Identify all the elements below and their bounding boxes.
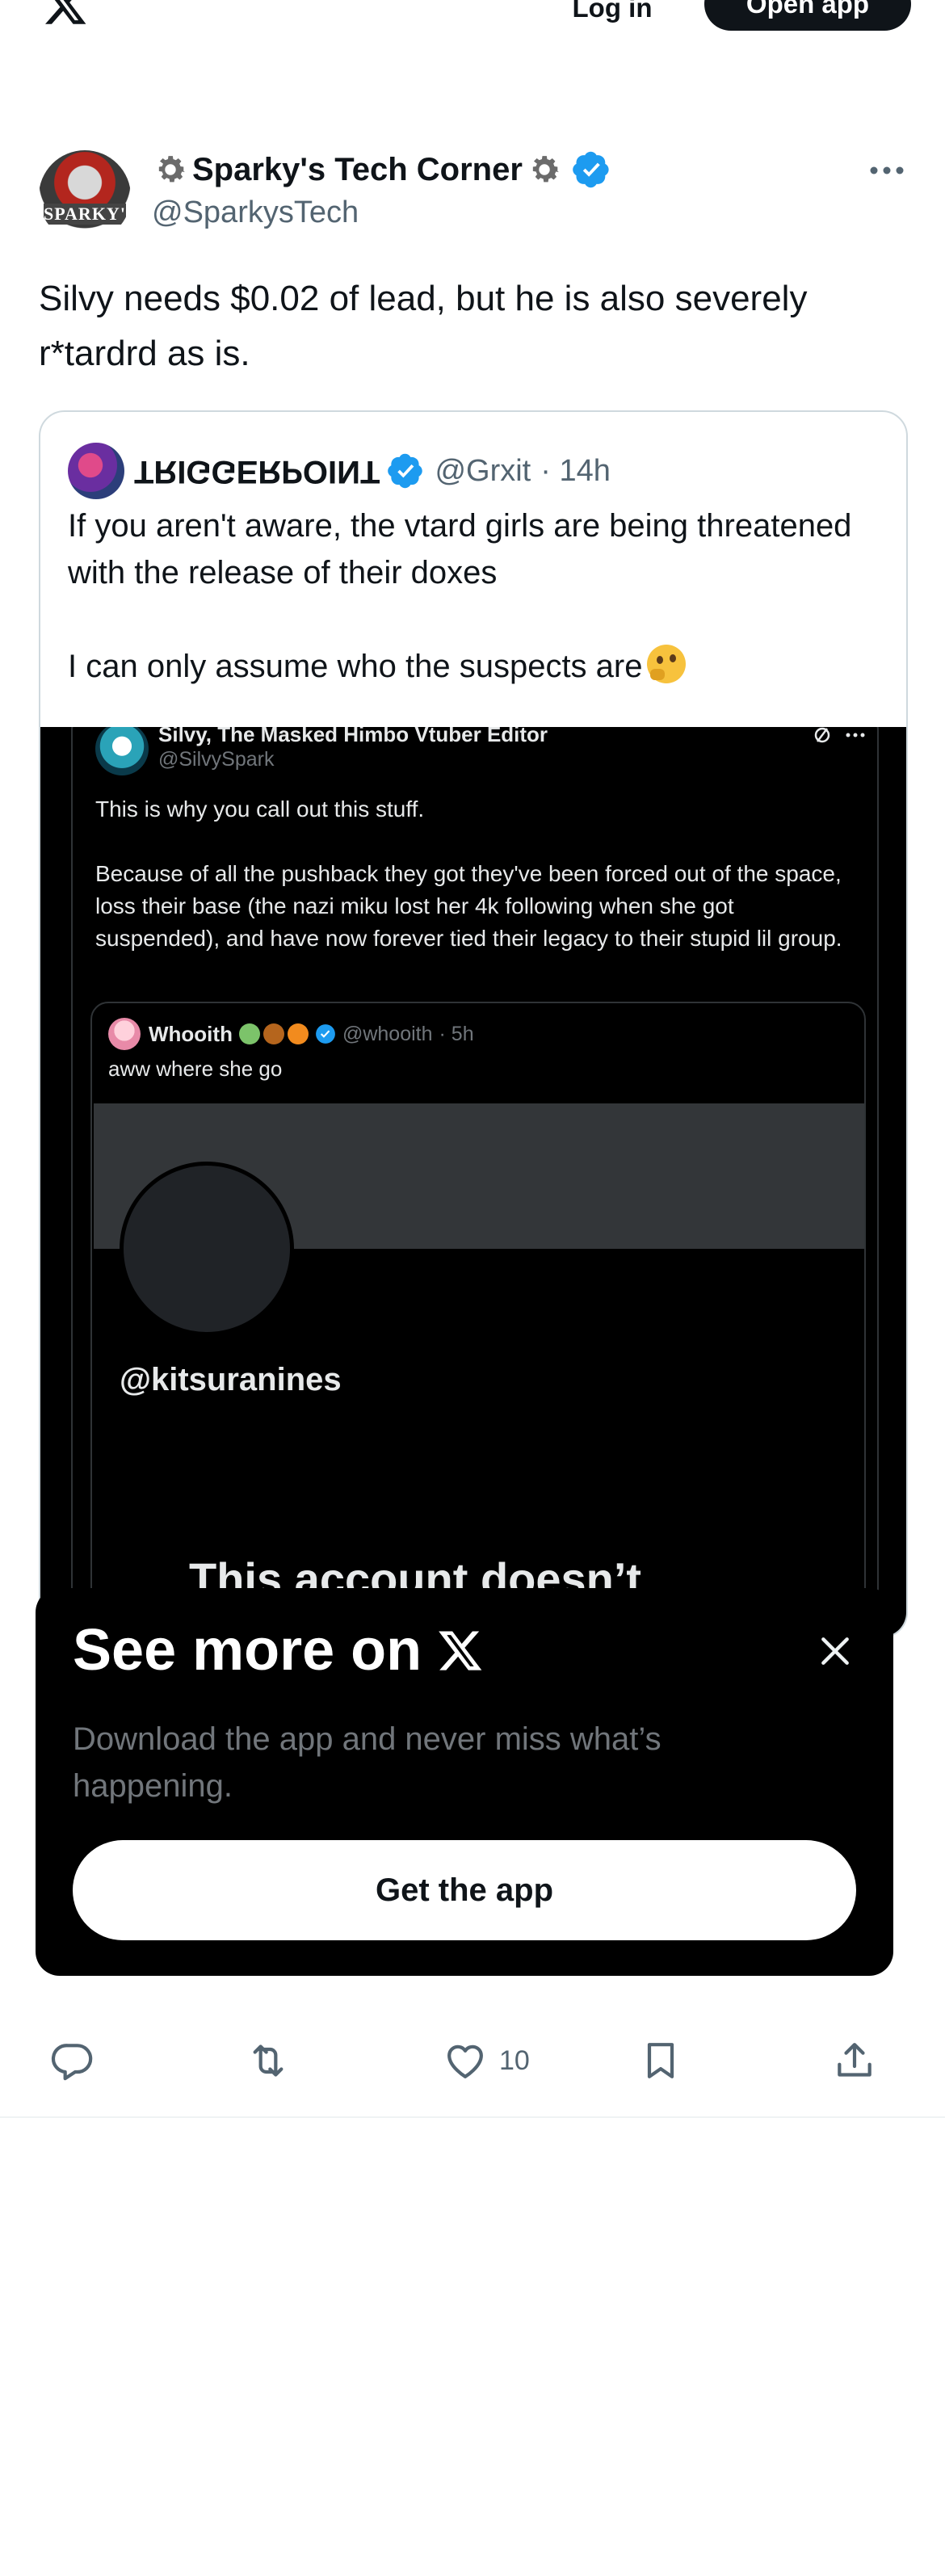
- author-avatar[interactable]: SPARKY'S: [39, 150, 131, 242]
- share-button[interactable]: [832, 2032, 877, 2089]
- screenshot-quoted-time: · 5h: [439, 1022, 474, 1045]
- author-name-row[interactable]: Sparky's Tech Corner: [152, 147, 611, 192]
- screenshot-quoted-header: Whooith @whooith · 5h: [108, 1018, 474, 1050]
- quoted-tweet-header: TRIGGERPOINT @Grxit · 14h: [68, 443, 611, 499]
- sheet-description: Download the app and never miss what’s h…: [73, 1721, 662, 1804]
- quoted-tweet-body: If you aren't aware, the vtard girls are…: [68, 508, 852, 684]
- gear-icon: [532, 156, 559, 183]
- x-logo-icon: [439, 1631, 482, 1670]
- author-handle[interactable]: @SparkysTech: [152, 195, 359, 230]
- get-the-app-button[interactable]: Get the app: [73, 1840, 856, 1940]
- open-app-button[interactable]: Open app: [704, 0, 911, 31]
- screenshot-quoted-avatar: [108, 1018, 141, 1050]
- quoted-author-handle: @Grxit: [435, 453, 531, 488]
- screenshot-quoted-handle: @whooith: [342, 1022, 433, 1045]
- profile-avatar-placeholder: [120, 1162, 294, 1336]
- thinking-face-emoji-icon: [647, 645, 687, 683]
- screenshot-author-handle: @SilvySpark: [158, 748, 275, 771]
- screenshot-quoted-name: Whooith: [149, 1021, 233, 1046]
- like-button[interactable]: 10: [443, 2032, 530, 2089]
- close-icon[interactable]: [817, 1633, 853, 1669]
- screenshot-tweet-text: This is why you call out this stuff. Bec…: [95, 796, 842, 951]
- reply-button[interactable]: [50, 2032, 95, 2089]
- see-more-sheet: See more on Download the app and never m…: [36, 1588, 893, 1976]
- quoted-tweet-text: If you aren't aware, the vtard girls are…: [68, 502, 876, 690]
- verified-badge-icon: [388, 453, 423, 489]
- screenshot-grok-more-icon: [814, 727, 865, 743]
- screenshot-quoted-card: Whooith @whooith · 5h aww where she go @…: [90, 1002, 866, 1637]
- login-button[interactable]: Log in: [556, 0, 669, 32]
- fire-emoji-icon: [287, 1023, 309, 1044]
- avatar-logo-text: SPARKY'S: [44, 204, 131, 225]
- repost-button[interactable]: [246, 2032, 291, 2089]
- verified-badge-icon: [573, 151, 609, 188]
- leaf-emoji-icon: [238, 1023, 260, 1044]
- post-text: Silvy needs $0.02 of lead, but he is als…: [39, 279, 808, 373]
- share-icon: [838, 2043, 872, 2077]
- sheet-title: See more on: [73, 1617, 486, 1683]
- bookmark-icon: [647, 2043, 674, 2078]
- x-logo-icon[interactable]: [40, 0, 90, 27]
- feather-emoji-icon: [262, 1023, 284, 1044]
- author-name: Sparky's Tech Corner: [192, 151, 523, 187]
- reply-icon: [51, 2044, 93, 2081]
- verified-badge-icon: [316, 1024, 335, 1044]
- profile-handle: @kitsuranines: [120, 1362, 342, 1397]
- more-options-icon[interactable]: [867, 158, 906, 183]
- quoted-author-avatar[interactable]: [68, 443, 124, 499]
- screenshot-quoted-text: aww where she go: [108, 1057, 283, 1081]
- repost-icon: [253, 2044, 284, 2077]
- name-emojis: [238, 1023, 309, 1044]
- quoted-time: · 14h: [540, 453, 611, 488]
- quoted-tweet-card[interactable]: TRIGGERPOINT @Grxit · 14h If you aren't …: [39, 410, 908, 1638]
- tweet-actions: 10: [0, 2032, 945, 2089]
- screenshot-author-name: Silvy, The Masked Himbo Vtuber Editor: [158, 727, 548, 746]
- sheet-title-text: See more on: [73, 1618, 422, 1683]
- like-count: 10: [499, 2044, 530, 2076]
- divider: [0, 2116, 945, 2118]
- bookmark-button[interactable]: [638, 2032, 683, 2089]
- gear-icon: [158, 156, 186, 183]
- heart-icon: [447, 2044, 483, 2078]
- quoted-media-image[interactable]: Silvy, The Masked Himbo Vtuber Editor @S…: [40, 727, 906, 1637]
- quoted-author-name: TRIGGERPOINT: [134, 453, 380, 490]
- top-bar: Log in Open app: [0, 0, 945, 48]
